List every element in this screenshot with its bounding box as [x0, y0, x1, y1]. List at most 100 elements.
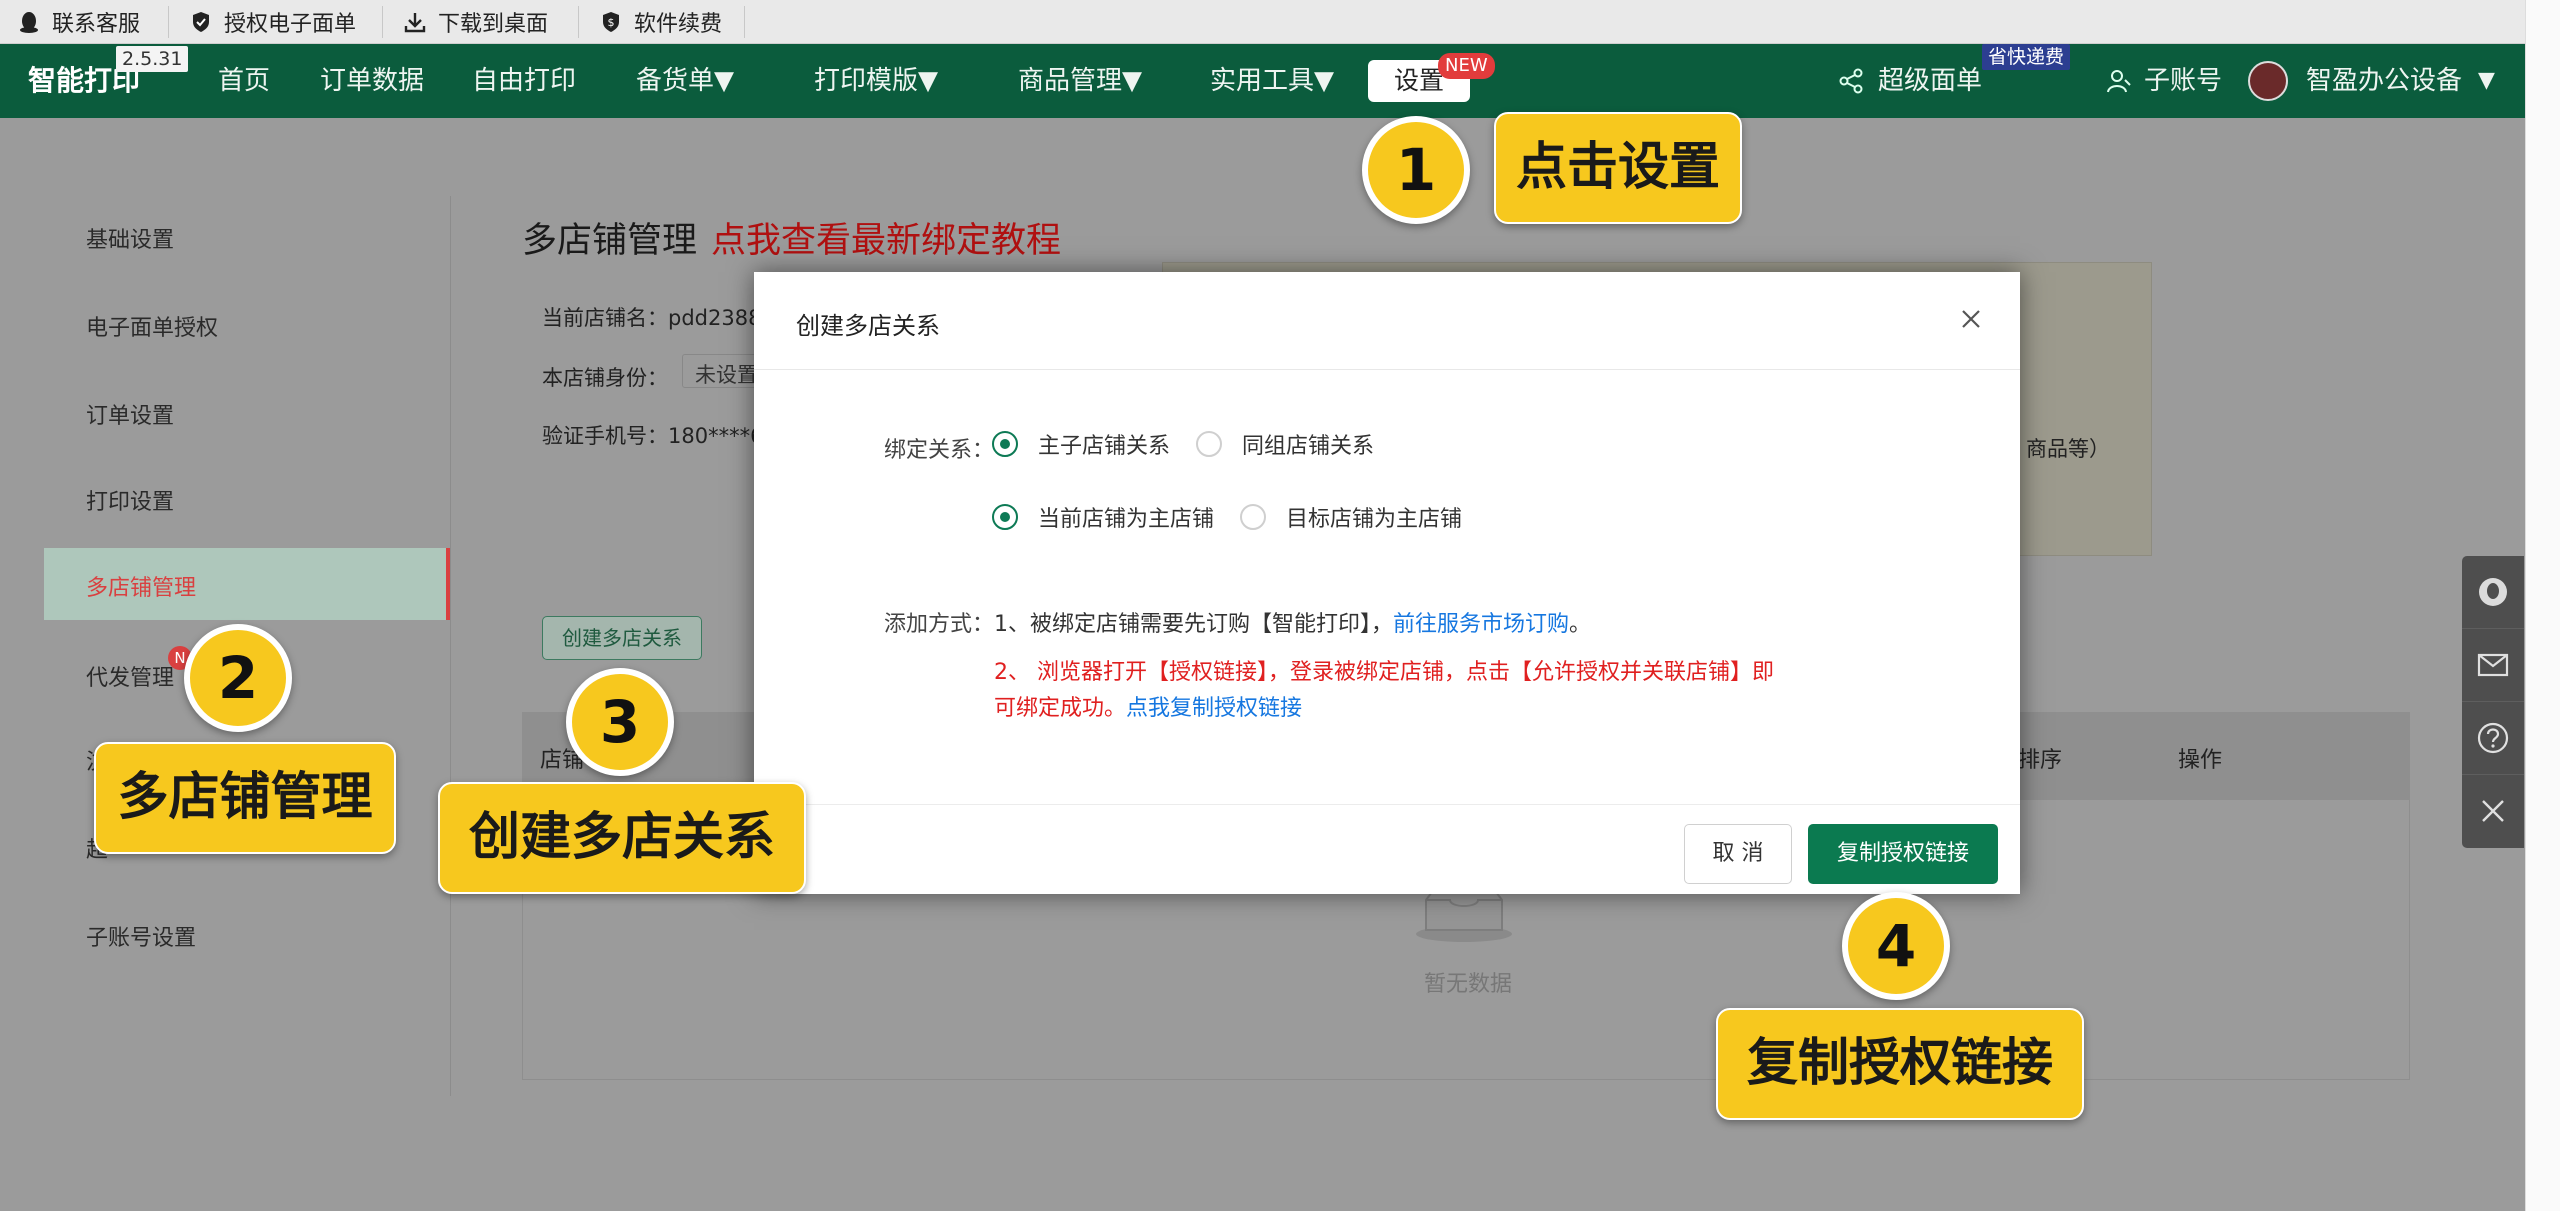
col-order: 排序 — [2018, 748, 2063, 773]
copy-auth-link-button[interactable]: 复制授权链接 — [1808, 824, 1998, 884]
radio-checked-icon — [992, 504, 1018, 530]
radio-target-main[interactable]: 目标店铺为主店铺 — [1240, 501, 1462, 533]
radio-master-child[interactable]: 主子店铺关系 — [992, 428, 1170, 460]
close-icon[interactable] — [2462, 775, 2524, 847]
renew-software-link[interactable]: $ 软件续费 — [600, 0, 722, 44]
sidebar-item-label: 多店铺管理 — [86, 576, 197, 601]
express-fee-badge: 省快递费 — [1982, 44, 2071, 70]
page-title: 多店铺管理 点我查看最新绑定教程 — [522, 212, 1061, 263]
create-multi-shop-button[interactable]: 创建多店关系 — [542, 616, 702, 660]
qq-icon[interactable] — [2462, 556, 2524, 628]
radio-same-group[interactable]: 同组店铺关系 — [1196, 428, 1374, 460]
empty-text: 暂无数据 — [1424, 972, 1513, 997]
dialog-header: 创建多店关系 — [754, 272, 2020, 370]
identity-value: 未设置 — [695, 363, 758, 387]
divider — [382, 6, 383, 38]
radio-label: 主子店铺关系 — [1038, 434, 1171, 459]
nav-orders[interactable]: 订单数据 — [320, 44, 424, 118]
qq-icon — [18, 11, 40, 33]
nav-free-print[interactable]: 自由打印 — [472, 44, 576, 118]
download-desktop-link[interactable]: 下载到桌面 — [404, 0, 548, 44]
sidebar-item-multi-shop[interactable]: 多店铺管理 — [44, 548, 450, 620]
close-icon[interactable] — [1954, 302, 1988, 336]
step-3-callout: 创建多店关系 — [438, 782, 806, 894]
notice-text: 、商品等） — [2005, 437, 2110, 461]
user-icon — [2106, 68, 2132, 94]
nav-home[interactable]: 首页 — [218, 44, 270, 118]
step-4-marker: 4 — [1842, 892, 1950, 1000]
nav-goods[interactable]: 商品管理▼ — [1018, 44, 1142, 118]
divider — [168, 6, 169, 38]
step-3-marker: 3 — [566, 668, 674, 776]
copy-auth-link[interactable]: 点我复制授权链接 — [1126, 696, 1302, 721]
shop-name-label: 智盈办公设备 — [2306, 66, 2463, 96]
nav-super-waybill[interactable]: 超级面单 — [1838, 44, 1982, 118]
divider — [450, 196, 451, 1096]
bind-relation-label: 绑定关系： — [884, 438, 995, 463]
service-market-link[interactable]: 前往服务市场订购 — [1393, 612, 1569, 637]
shield-icon — [190, 11, 212, 33]
contact-support-link[interactable]: 联系客服 — [18, 0, 140, 44]
super-waybill-label: 超级面单 — [1878, 66, 1983, 96]
radio-unchecked-icon — [1240, 504, 1266, 530]
nav-stock-list[interactable]: 备货单▼ — [636, 44, 734, 118]
col-actions: 操作 — [2178, 748, 2223, 773]
floating-toolbar — [2462, 556, 2524, 848]
contact-support-label: 联系客服 — [52, 12, 141, 37]
step-2-marker: 2 — [184, 624, 292, 732]
authorize-waybill-link[interactable]: 授权电子面单 — [190, 0, 356, 44]
sidebar-item-dropship[interactable]: 代发管理 — [86, 660, 174, 692]
step-2-callout: 多店铺管理 — [94, 742, 396, 854]
authorize-waybill-label: 授权电子面单 — [224, 12, 357, 37]
new-badge: NEW — [1438, 53, 1495, 79]
help-icon[interactable] — [2462, 702, 2524, 774]
create-relation-dialog: 创建多店关系 绑定关系： 主子店铺关系 同组店铺关系 当前店铺为主店铺 目标店铺… — [754, 272, 2020, 894]
step-4-callout: 复制授权链接 — [1716, 1008, 2084, 1120]
sidebar-item-sub-account[interactable]: 子账号设置 — [86, 920, 196, 952]
download-desktop-label: 下载到桌面 — [438, 12, 549, 37]
download-icon — [404, 11, 426, 33]
nav-sub-account[interactable]: 子账号 — [2106, 44, 2222, 118]
page-title-text: 多店铺管理 — [522, 221, 698, 261]
sub-account-label: 子账号 — [2144, 66, 2223, 96]
add-method-label: 添加方式： — [884, 612, 995, 637]
renew-software-label: 软件续费 — [634, 12, 723, 37]
phone-info: 验证手机号：180****6 — [542, 424, 764, 448]
radio-label: 当前店铺为主店铺 — [1038, 507, 1215, 532]
sidebar-item-waybill-auth[interactable]: 电子面单授权 — [86, 310, 218, 342]
radio-label: 同组店铺关系 — [1242, 434, 1375, 459]
version-badge: 2.5.31 — [116, 46, 189, 72]
avatar — [2248, 61, 2288, 101]
main-nav: 智能打印 2.5.31 首页 订单数据 自由打印 备货单▼ 打印模版▼ 商品管理… — [0, 44, 2560, 118]
step-1-desc: 1、被绑定店铺需要先订购【智能打印】， — [994, 612, 1393, 637]
radio-unchecked-icon — [1196, 431, 1222, 457]
step-2-line-1: 2、 浏览器打开【授权链接】，登录被绑定店铺，点击【允许授权并关联店铺】即 — [994, 660, 1774, 685]
sidebar-item-print[interactable]: 打印设置 — [86, 484, 174, 516]
radio-checked-icon — [992, 431, 1018, 457]
step-1-callout: 点击设置 — [1494, 112, 1742, 224]
shield-dollar-icon: $ — [600, 11, 622, 33]
nav-tools[interactable]: 实用工具▼ — [1210, 44, 1334, 118]
shop-name-info: 当前店铺名：pdd2388 — [542, 306, 762, 330]
tutorial-link[interactable]: 点我查看最新绑定教程 — [711, 221, 1061, 261]
step-2-line-2: 可绑定成功。点我复制授权链接 — [994, 690, 1302, 722]
share-icon — [1838, 68, 1864, 94]
radio-label: 目标店铺为主店铺 — [1286, 507, 1463, 532]
radio-current-main[interactable]: 当前店铺为主店铺 — [992, 501, 1214, 533]
sidebar-item-basic[interactable]: 基础设置 — [86, 222, 174, 254]
step-1-text: 1、被绑定店铺需要先订购【智能打印】，前往服务市场订购。 — [994, 606, 1591, 638]
cancel-button[interactable]: 取 消 — [1684, 824, 1792, 884]
divider — [744, 6, 745, 38]
step-2-desc: 可绑定成功。 — [994, 696, 1127, 721]
top-toolbar: 联系客服 授权电子面单 下载到桌面 $ 软件续费 — [0, 0, 2560, 44]
scrollbar[interactable] — [2525, 0, 2560, 1211]
nav-shop-menu[interactable]: 智盈办公设备 ▼ — [2248, 44, 2495, 118]
identity-label: 本店铺身份： — [542, 366, 668, 390]
nav-print-templates[interactable]: 打印模版▼ — [814, 44, 938, 118]
step-1-marker: 1 — [1362, 116, 1470, 224]
divider — [754, 804, 2020, 805]
dialog-title: 创建多店关系 — [796, 312, 940, 340]
sidebar-item-order[interactable]: 订单设置 — [86, 398, 174, 430]
mail-icon[interactable] — [2462, 629, 2524, 701]
divider — [578, 6, 579, 38]
